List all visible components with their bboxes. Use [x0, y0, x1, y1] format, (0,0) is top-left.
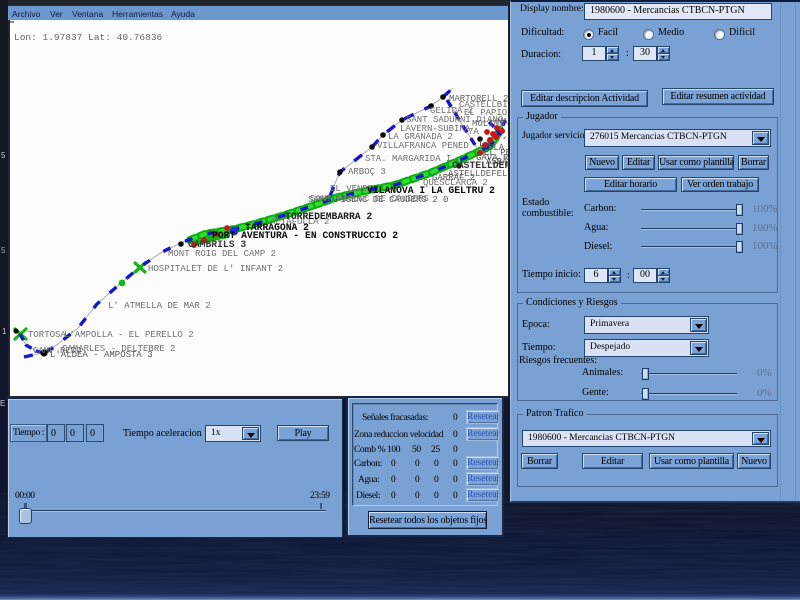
svg-text:L4: L4: [479, 139, 490, 149]
svg-text:L' ATMELLA DE MAR 2: L' ATMELLA DE MAR 2: [108, 301, 211, 311]
svg-text:VILLAFRANCA PENED: VILLAFRANCA PENED: [377, 141, 469, 151]
svg-text:ARBOÇ 3: ARBOÇ 3: [348, 167, 386, 177]
svg-text:VILANOVA I LA GELTRU 2: VILANOVA I LA GELTRU 2: [367, 185, 495, 196]
svg-text:HOSPITALET DE L' INFANT 2: HOSPITALET DE L' INFANT 2: [148, 264, 283, 274]
svg-text:TORTOSA: TORTOSA: [28, 330, 66, 340]
svg-text:L'ALDEA - AMPOSTA 3: L'ALDEA - AMPOSTA 3: [50, 350, 153, 360]
svg-text:CASTELLDEFI: CASTELLDEFI: [452, 160, 508, 171]
svg-text:PLA: PLA: [488, 143, 505, 153]
svg-text:NA: NA: [497, 117, 508, 127]
svg-text:TORREDEMBARRA 2: TORREDEMBARRA 2: [285, 211, 372, 222]
svg-text:7A: 7A: [468, 127, 479, 137]
svg-text:STA. MARGARIDA I: STA. MARGARIDA I: [365, 154, 451, 164]
svg-text:CAMBRILS 3: CAMBRILS 3: [188, 239, 246, 250]
svg-text:Lon: 1.97837 Lat: 40.76836: Lon: 1.97837 Lat: 40.76836: [14, 32, 163, 43]
svg-text:L'AMPOLLA - EL PERELLO 2: L'AMPOLLA - EL PERELLO 2: [64, 330, 194, 340]
svg-text:MONT ROIG DEL CAMP 2: MONT ROIG DEL CAMP 2: [168, 249, 276, 259]
